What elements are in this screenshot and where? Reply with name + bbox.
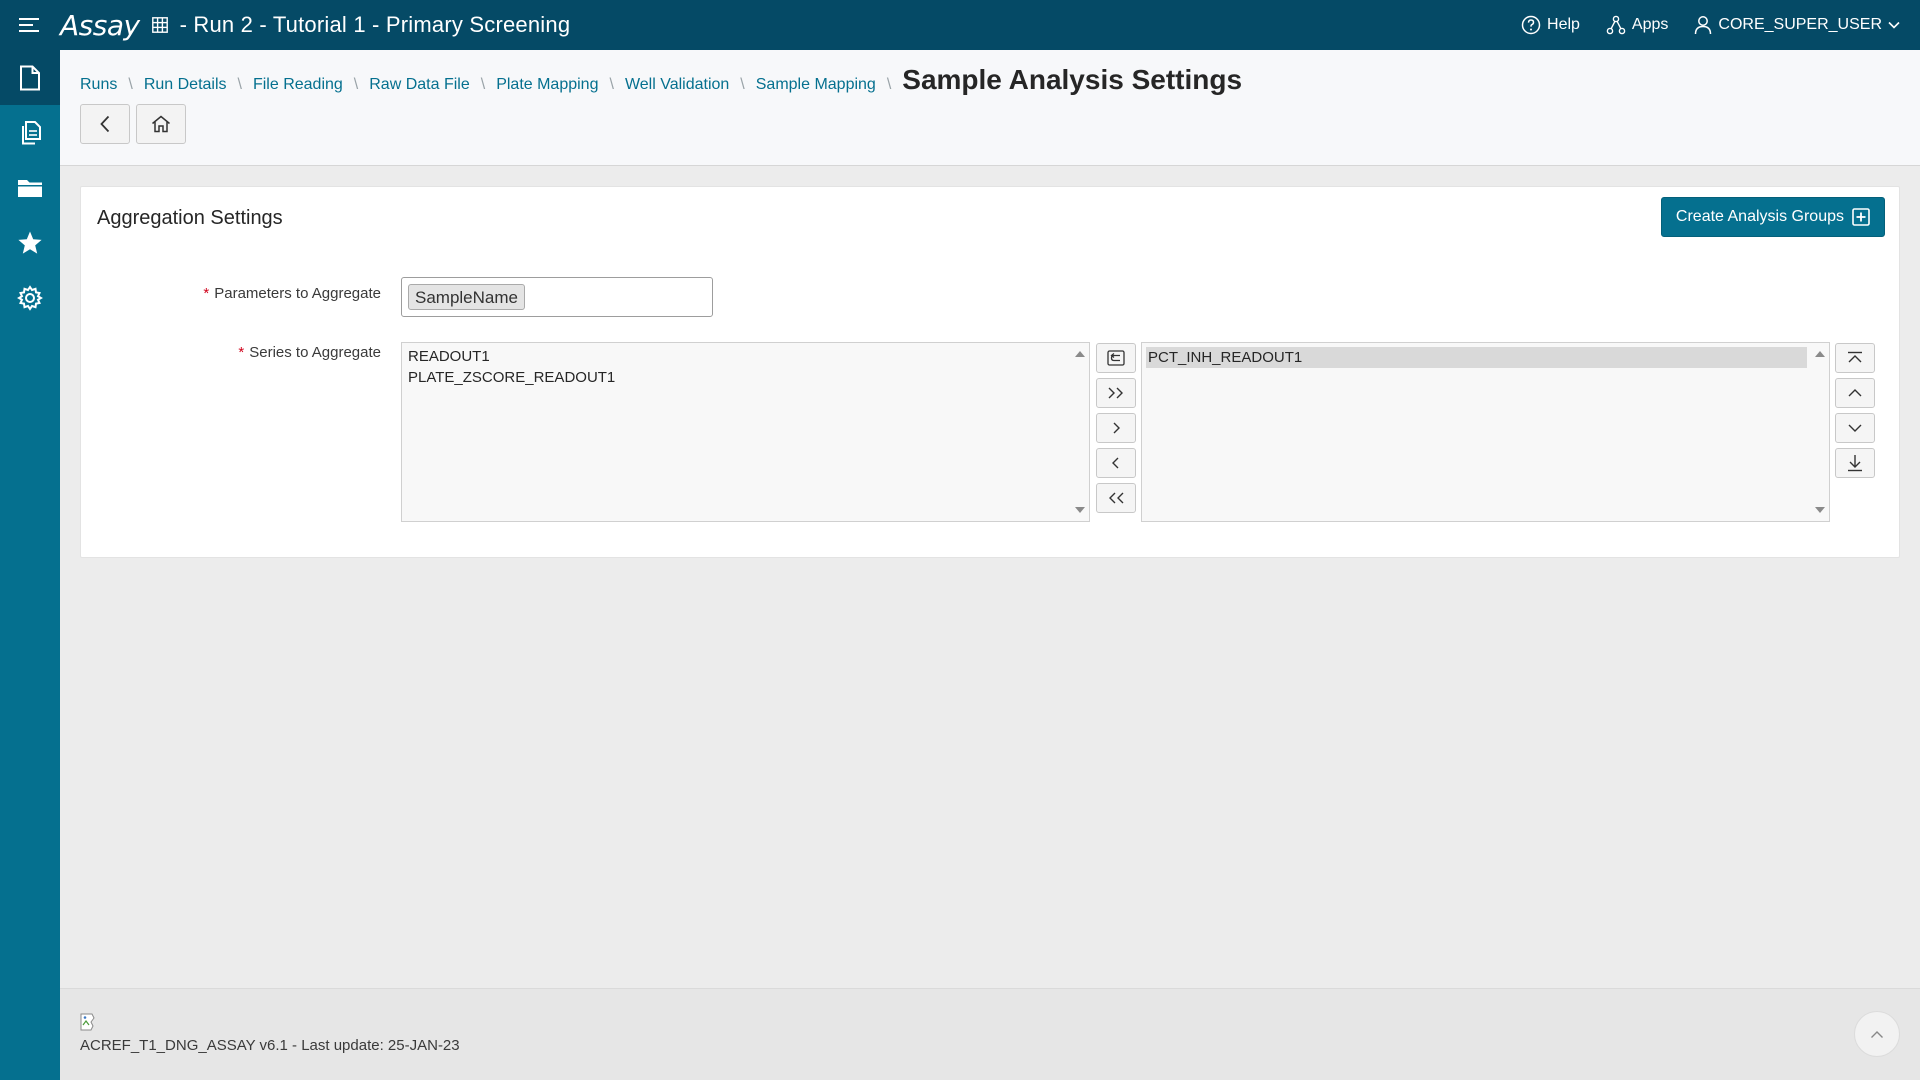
user-icon <box>1695 16 1712 35</box>
star-icon <box>18 231 42 254</box>
selected-series-option[interactable]: PCT_INH_READOUT1 <box>1146 347 1807 368</box>
plus-square-icon <box>1852 208 1870 226</box>
breadcrumb-well-validation[interactable]: Well Validation <box>625 76 729 94</box>
move-down-button[interactable] <box>1835 413 1875 443</box>
user-menu[interactable]: CORE_SUPER_USER <box>1694 15 1900 35</box>
move-all-right-button[interactable] <box>1096 378 1136 408</box>
chevron-left-icon <box>1112 457 1119 469</box>
chevron-down-icon <box>1848 424 1862 432</box>
reset-icon <box>1107 350 1125 366</box>
hamburger-icon <box>19 18 39 32</box>
breadcrumb-separator: \ <box>128 76 133 93</box>
create-analysis-groups-button[interactable]: Create Analysis Groups <box>1660 197 1885 237</box>
menu-toggle-button[interactable] <box>0 0 60 50</box>
apps-link[interactable]: Apps <box>1606 15 1668 35</box>
move-up-button[interactable] <box>1835 378 1875 408</box>
breadcrumb: Runs \ Run Details \ File Reading \ Raw … <box>80 64 1242 96</box>
nav-item-runs[interactable] <box>0 50 60 105</box>
help-icon <box>1521 15 1541 35</box>
available-series-option[interactable]: READOUT1 <box>402 346 1089 367</box>
chevron-right-icon <box>1113 422 1120 434</box>
breadcrumb-separator: \ <box>353 76 359 93</box>
required-marker: * <box>203 285 210 302</box>
available-series-scrollbar[interactable] <box>1071 343 1089 521</box>
document-icon <box>20 65 40 90</box>
breadcrumb-raw-data-file[interactable]: Raw Data File <box>369 76 469 94</box>
left-navigation <box>0 50 60 1080</box>
chevron-up-icon <box>1848 389 1862 397</box>
double-chevron-right-icon <box>1108 387 1123 399</box>
copy-documents-icon <box>22 120 41 144</box>
create-analysis-groups-label: Create Analysis Groups <box>1675 208 1844 225</box>
breadcrumb-sample-mapping[interactable]: Sample Mapping <box>756 76 876 94</box>
scroll-up-arrow-icon <box>1075 351 1085 357</box>
page-footer: ACREF_T1_DNG_ASSAY v6.1 - Last update: 2… <box>60 988 1920 1080</box>
double-chevron-left-icon <box>1109 492 1124 504</box>
grid-icon <box>150 15 170 35</box>
breadcrumb-separator: \ <box>480 76 486 93</box>
breadcrumb-separator: \ <box>740 76 745 93</box>
help-label: Help <box>1547 16 1580 33</box>
nav-item-folders[interactable] <box>0 160 60 215</box>
top-app-bar: Assay - Run 2 - Tutorial 1 - Primary Scr… <box>0 0 1920 50</box>
scroll-up-arrow-icon <box>1815 351 1825 357</box>
back-button[interactable] <box>80 104 130 144</box>
selected-series-scrollbar[interactable] <box>1811 343 1829 521</box>
folder-icon <box>18 179 42 197</box>
aggregation-settings-region: Aggregation Settings Create Analysis Gro… <box>80 186 1900 558</box>
move-left-button[interactable] <box>1096 448 1136 478</box>
breadcrumb-plate-mapping[interactable]: Plate Mapping <box>496 76 598 94</box>
move-all-left-button[interactable] <box>1096 483 1136 513</box>
nav-item-settings[interactable] <box>0 270 60 325</box>
reset-shuttle-button[interactable] <box>1096 343 1136 373</box>
move-top-icon <box>1848 351 1862 363</box>
breadcrumb-separator: \ <box>886 76 892 93</box>
scroll-down-arrow-icon <box>1815 507 1825 513</box>
breadcrumb-separator: \ <box>237 76 242 93</box>
breadcrumb-file-reading[interactable]: File Reading <box>253 76 343 94</box>
chevron-left-icon <box>100 115 110 133</box>
home-button[interactable] <box>136 104 186 144</box>
home-icon <box>152 115 170 133</box>
move-top-button[interactable] <box>1835 343 1875 373</box>
apps-label: Apps <box>1631 16 1669 33</box>
help-link[interactable]: Help <box>1521 15 1580 35</box>
breadcrumb-run-details[interactable]: Run Details <box>144 76 227 94</box>
breadcrumb-separator: \ <box>609 76 614 93</box>
footer-version-text: ACREF_T1_DNG_ASSAY v6.1 - Last update: 2… <box>80 1037 460 1054</box>
chevron-down-icon <box>1888 21 1900 29</box>
parameters-label-text: Parameters to Aggregate <box>214 285 381 302</box>
nav-item-documents[interactable] <box>0 105 60 160</box>
move-bottom-button[interactable] <box>1835 448 1875 478</box>
parameters-to-aggregate-field[interactable]: SampleName <box>401 277 713 317</box>
chevron-up-icon <box>1871 1030 1883 1038</box>
nav-item-favorites[interactable] <box>0 215 60 270</box>
required-marker: * <box>238 344 245 361</box>
app-title: - Run 2 - Tutorial 1 - Primary Screening <box>179 12 571 37</box>
apps-icon <box>1606 15 1626 35</box>
scroll-to-top-button[interactable] <box>1854 1011 1900 1057</box>
available-series-option[interactable]: PLATE_ZSCORE_READOUT1 <box>402 367 1089 388</box>
breadcrumb-runs[interactable]: Runs <box>80 76 117 94</box>
parameter-token[interactable]: SampleName <box>408 284 525 310</box>
selected-series-listbox[interactable]: PCT_INH_READOUT1 <box>1141 342 1830 522</box>
broken-image-icon <box>80 1013 95 1031</box>
region-title: Aggregation Settings <box>97 207 283 229</box>
move-bottom-icon <box>1848 455 1862 472</box>
series-label-text: Series to Aggregate <box>249 344 381 361</box>
page-title: Sample Analysis Settings <box>902 64 1243 95</box>
gear-icon <box>17 284 43 311</box>
parameters-label: * Parameters to Aggregate <box>81 285 381 302</box>
breadcrumb-region: Runs \ Run Details \ File Reading \ Raw … <box>60 50 1920 166</box>
series-label: * Series to Aggregate <box>81 344 381 361</box>
available-series-listbox[interactable]: READOUT1 PLATE_ZSCORE_READOUT1 <box>401 342 1090 522</box>
app-brand-logo[interactable]: Assay <box>60 9 140 42</box>
scroll-down-arrow-icon <box>1075 507 1085 513</box>
user-name: CORE_SUPER_USER <box>1718 16 1882 33</box>
move-right-button[interactable] <box>1096 413 1136 443</box>
